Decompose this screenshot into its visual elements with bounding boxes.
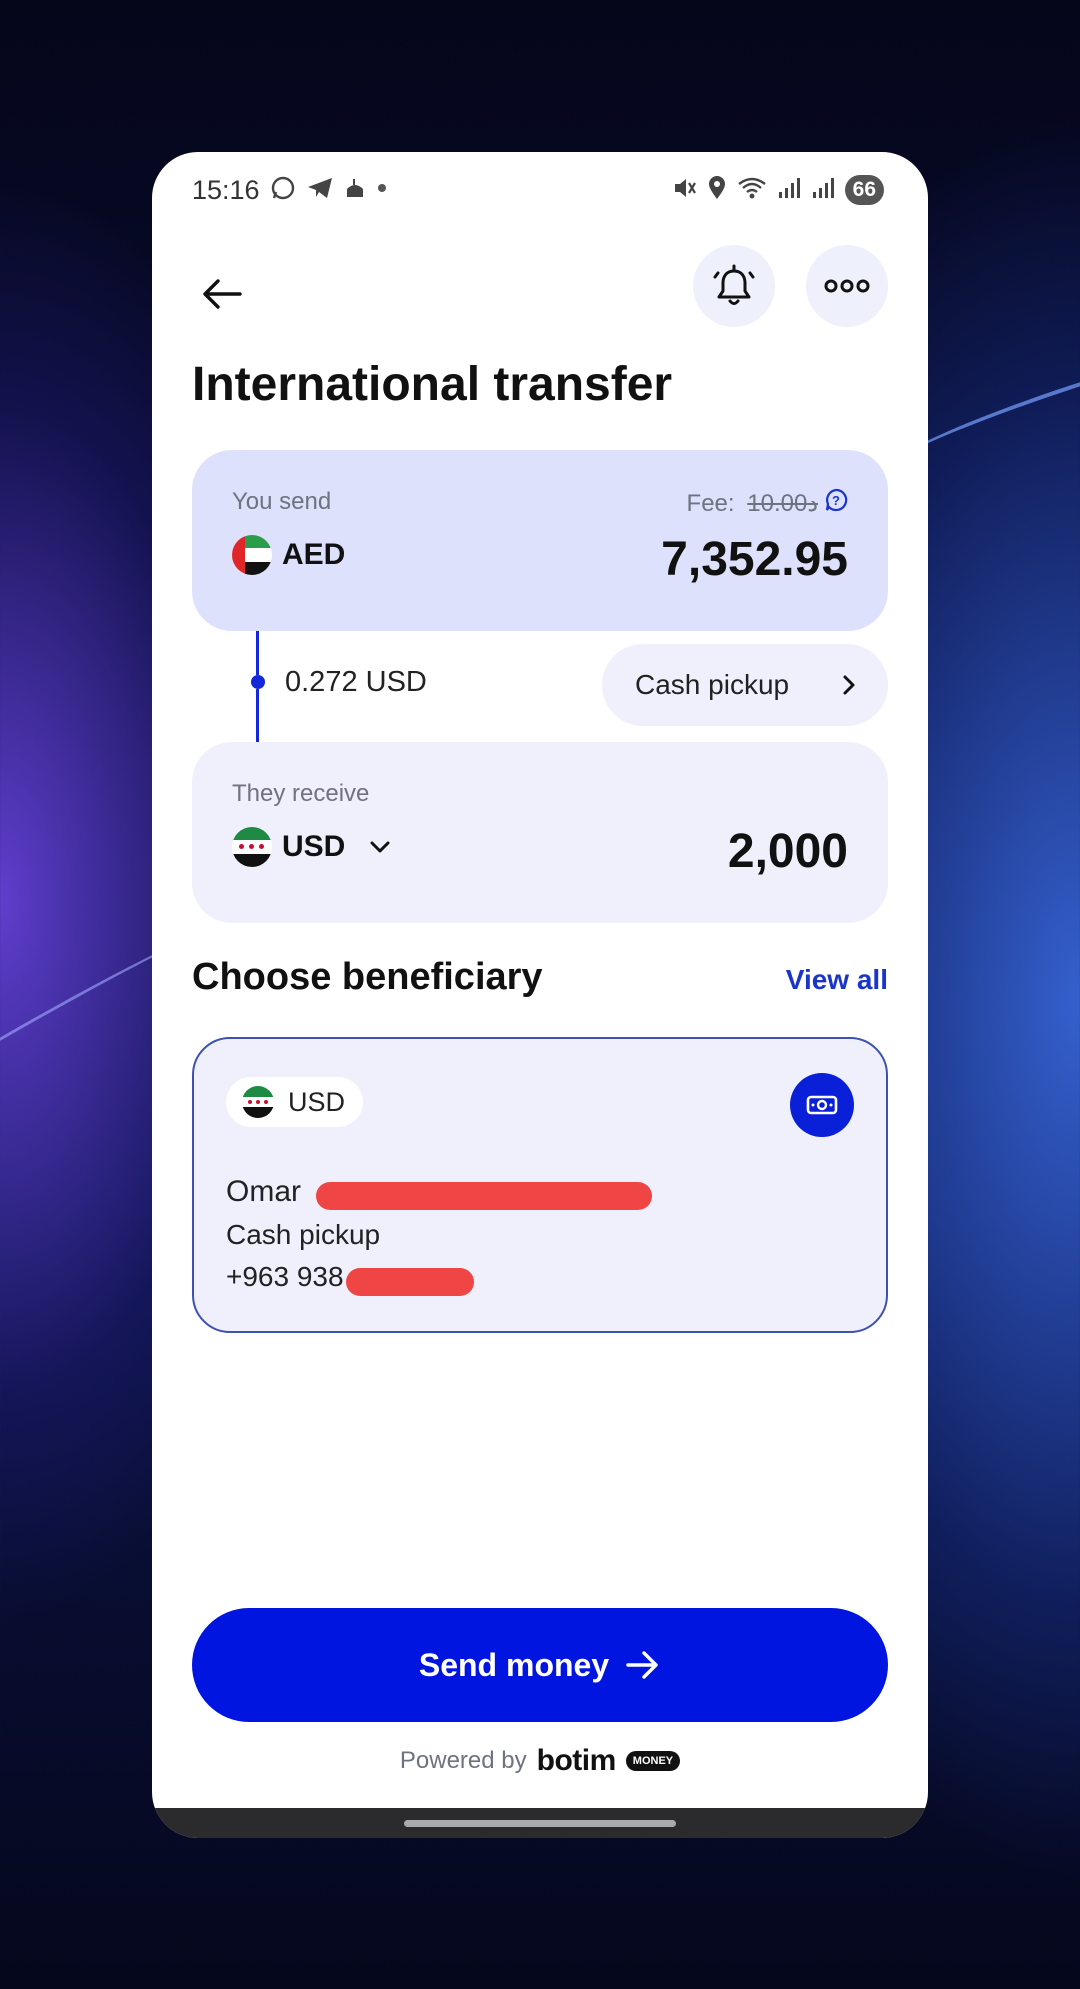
send-money-label: Send money [418, 1646, 610, 1683]
more-options-button[interactable] [806, 245, 888, 327]
beneficiary-section-title: Choose beneficiary [192, 956, 543, 998]
receive-currency-code: USD [282, 830, 346, 863]
beneficiary-currency-pill: USD [226, 1077, 364, 1127]
rate-dot [251, 675, 265, 689]
bell-icon [713, 264, 755, 305]
mute-icon [671, 175, 697, 206]
receive-label: They receive [232, 780, 370, 807]
send-currency-code: AED [282, 538, 346, 571]
botim-logo: botim [536, 1744, 617, 1777]
delivery-method-button[interactable]: Cash pickup [602, 644, 888, 726]
battery-indicator: 66 [844, 175, 884, 205]
syria-flag-icon [242, 1086, 274, 1118]
cash-icon [806, 1095, 838, 1115]
receive-currency-selector[interactable]: USD [232, 827, 391, 867]
notification-dot-icon [376, 181, 388, 199]
telegram-icon [306, 176, 334, 205]
view-all-link[interactable]: View all [786, 964, 888, 996]
powered-by-footer: Powered by botim MONEY [152, 1744, 928, 1778]
location-icon [707, 175, 727, 206]
signal-icon [777, 176, 801, 205]
receive-amount-card[interactable]: They receive USD 2,000 [192, 742, 888, 923]
chevron-down-icon [370, 841, 390, 853]
home-indicator[interactable] [404, 1820, 676, 1827]
svg-text:?: ? [832, 493, 840, 508]
money-badge: MONEY [625, 1751, 681, 1771]
arrow-left-icon [203, 279, 242, 309]
more-horizontal-icon [824, 279, 870, 293]
back-button[interactable] [192, 264, 252, 324]
mosque-icon [344, 177, 366, 204]
fee-info: Fee: د10.00 ? [687, 488, 848, 519]
send-label: You send [232, 488, 332, 515]
whatsapp-icon [270, 175, 296, 206]
fee-label: Fee: [686, 489, 742, 517]
beneficiary-currency: USD [288, 1086, 346, 1117]
send-amount-card[interactable]: You send Fee: د10.00 ? AED 7,352.95 [192, 450, 888, 631]
send-money-button[interactable]: Send money [192, 1608, 888, 1722]
send-currency[interactable]: AED [232, 535, 345, 575]
status-time: 15:16 [192, 174, 260, 205]
signal-icon [811, 176, 835, 205]
page-title: International transfer [192, 358, 673, 411]
rate-connector-line [256, 631, 259, 675]
cash-pickup-badge [790, 1073, 854, 1137]
beneficiary-card[interactable]: USD Omar Cash pickup +963 938 [192, 1037, 888, 1333]
redaction-mark [316, 1182, 652, 1210]
delivery-method-label: Cash pickup [635, 669, 790, 700]
alert-bell-button[interactable] [693, 245, 775, 327]
navigation-bar [152, 1808, 928, 1838]
fee-info-icon[interactable]: ? [824, 488, 848, 519]
beneficiary-method: Cash pickup [226, 1219, 381, 1250]
chevron-right-icon [843, 675, 855, 695]
arrow-right-icon [626, 1651, 658, 1679]
syria-flag-icon [232, 827, 272, 867]
powered-by-label: Powered by [399, 1747, 527, 1774]
redaction-mark [346, 1268, 474, 1296]
status-bar: 15:16 66 [192, 170, 884, 210]
send-amount[interactable]: 7,352.95 [661, 532, 848, 587]
beneficiary-phone: +963 938 [226, 1261, 344, 1292]
wifi-icon [737, 176, 767, 205]
rate-connector-line [256, 689, 259, 742]
uae-flag-icon [232, 535, 272, 575]
beneficiary-name: Omar [226, 1175, 301, 1208]
fee-value: د10.00 [747, 490, 818, 517]
receive-amount[interactable]: 2,000 [728, 824, 848, 879]
phone-screen: 15:16 66 International transfer You send… [152, 152, 928, 1838]
exchange-rate: 0.272 USD [285, 666, 427, 698]
